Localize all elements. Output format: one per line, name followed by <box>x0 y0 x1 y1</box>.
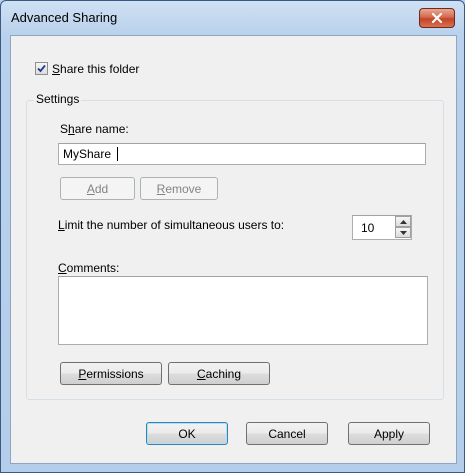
share-name-input[interactable]: MyShare <box>58 143 426 165</box>
settings-group-label: Settings <box>34 92 82 106</box>
add-button[interactable]: Add <box>60 177 135 200</box>
user-limit-decrement-button[interactable] <box>395 227 411 238</box>
comments-textarea[interactable] <box>58 276 428 345</box>
permissions-button[interactable]: Permissions <box>60 362 162 385</box>
share-name-value: MyShare <box>63 147 112 161</box>
arrow-up-icon <box>399 219 407 224</box>
checkmark-icon <box>37 64 46 73</box>
remove-button[interactable]: Remove <box>140 177 218 200</box>
apply-button[interactable]: Apply <box>348 422 430 445</box>
cancel-button[interactable]: Cancel <box>246 422 328 445</box>
close-button[interactable] <box>419 8 455 28</box>
user-limit-value: 10 <box>361 221 375 235</box>
close-icon <box>431 13 443 23</box>
ok-button[interactable]: OK <box>146 422 228 445</box>
user-limit-increment-button[interactable] <box>395 216 411 227</box>
caching-button[interactable]: Caching <box>168 362 270 385</box>
window-title: Advanced Sharing <box>11 10 118 25</box>
comments-label: Comments: <box>58 261 120 275</box>
text-caret <box>117 147 118 161</box>
share-name-label: Share name: <box>60 122 129 136</box>
share-this-folder-checkbox[interactable] <box>35 62 48 75</box>
share-this-folder-label[interactable]: Share this folder <box>52 62 139 76</box>
limit-users-label: Limit the number of simultaneous users t… <box>58 218 285 232</box>
arrow-down-icon <box>399 230 407 235</box>
title-bar[interactable]: Advanced Sharing <box>1 1 464 35</box>
